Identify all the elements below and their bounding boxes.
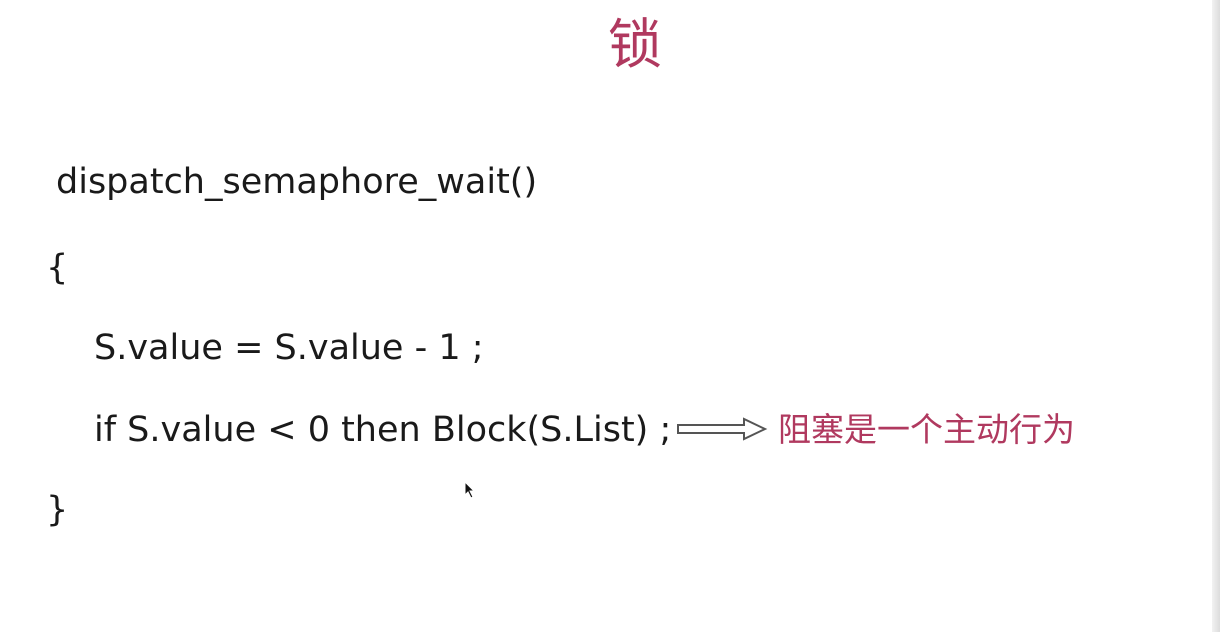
annotation-text: 阻塞是一个主动行为	[778, 410, 1075, 449]
code-line-block-condition: if S.value < 0 then Block(S.List) ;	[94, 410, 672, 450]
hollow-right-arrow-icon	[677, 417, 768, 441]
slide-title: 锁	[608, 13, 662, 76]
code-line-close-brace: }	[46, 490, 69, 530]
code-line-open-brace: {	[46, 248, 69, 288]
window-edge	[1212, 0, 1220, 632]
slide: 锁 dispatch_semaphore_wait() { S.value = …	[0, 0, 1220, 632]
code-line-decrement: S.value = S.value - 1 ;	[94, 328, 484, 368]
code-line-function-signature: dispatch_semaphore_wait()	[56, 162, 538, 202]
mouse-pointer-icon	[464, 481, 476, 499]
